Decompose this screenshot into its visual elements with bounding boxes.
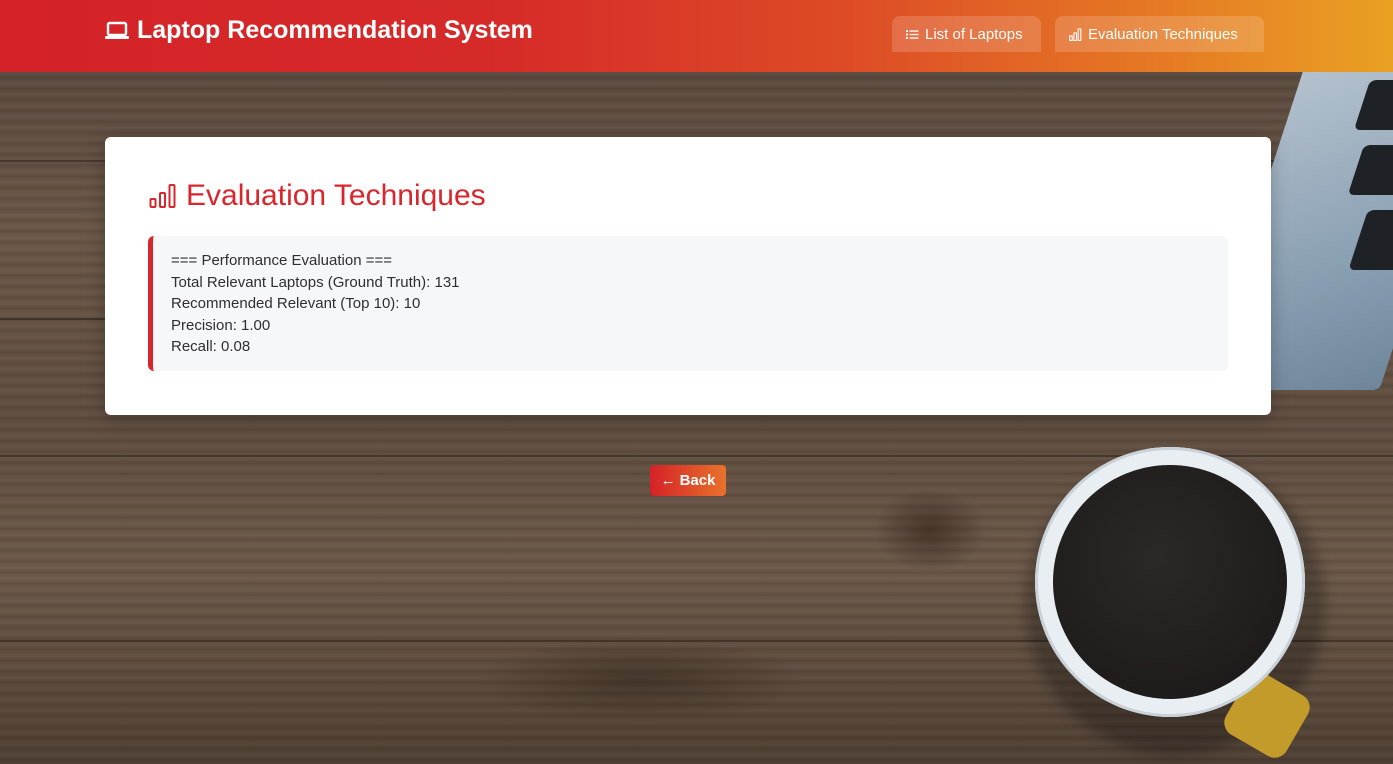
evaluation-card: Evaluation Techniques === Performance Ev… xyxy=(105,137,1271,415)
result-line-recommended: Recommended Relevant (Top 10): 10 xyxy=(171,295,421,312)
arrow-left-icon: ← xyxy=(660,472,676,489)
coffee-mug-image xyxy=(1035,447,1305,717)
result-line-precision: Precision: 1.00 xyxy=(171,316,271,334)
coffee xyxy=(1053,465,1287,699)
laptop-key xyxy=(1348,210,1393,270)
card-title: Evaluation Techniques xyxy=(149,179,486,213)
brand-title: Laptop Recommendation System xyxy=(137,16,533,44)
card-title-text: Evaluation Techniques xyxy=(186,179,486,212)
list-icon xyxy=(906,29,919,39)
result-line-heading: === Performance Evaluation === xyxy=(171,252,392,269)
evaluation-results: === Performance Evaluation === Total Rel… xyxy=(148,236,1228,371)
result-line-ground-truth: Total Relevant Laptops (Ground Truth): 1… xyxy=(171,273,460,291)
laptop-key xyxy=(1347,145,1393,195)
laptop-icon xyxy=(105,21,129,39)
navbar: Laptop Recommendation System List of Lap… xyxy=(0,0,1393,72)
bar-chart-icon xyxy=(149,184,176,208)
brand[interactable]: Laptop Recommendation System xyxy=(104,16,533,45)
laptop-key xyxy=(1353,80,1393,130)
result-line-recall: Recall: 0.08 xyxy=(171,338,251,355)
nav-link-label: List of Laptops xyxy=(925,25,1023,43)
bar-chart-icon xyxy=(1069,27,1082,41)
nav-link-label: Evaluation Techniques xyxy=(1088,25,1238,43)
nav-link-list-of-laptops[interactable]: List of Laptops xyxy=(892,16,1041,52)
back-button-label: Back xyxy=(679,472,716,489)
back-button[interactable]: ← Back xyxy=(650,465,726,496)
nav-link-evaluation-techniques[interactable]: Evaluation Techniques xyxy=(1055,16,1264,52)
